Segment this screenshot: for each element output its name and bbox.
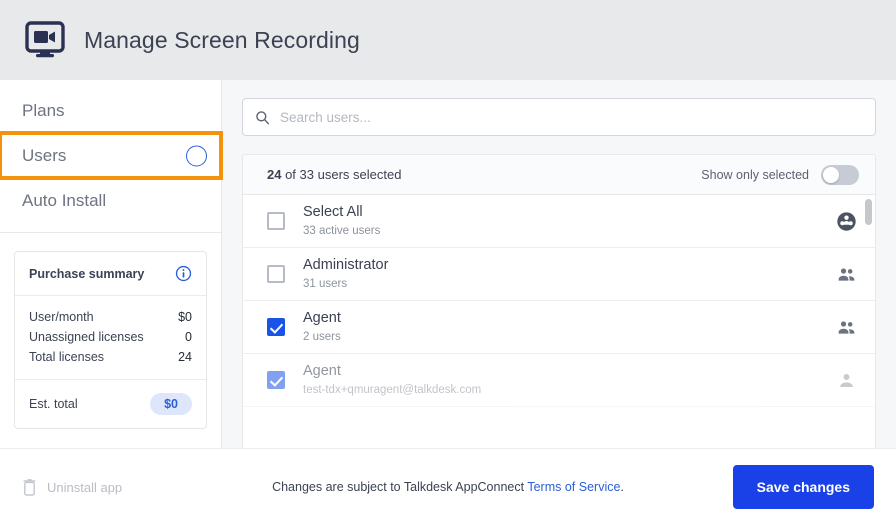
sidebar-item-label: Plans bbox=[22, 100, 65, 120]
search-box[interactable] bbox=[242, 98, 876, 136]
users-list-scroll[interactable]: Select All 33 active users Administrator… bbox=[243, 195, 875, 448]
row-subtitle: test-tdx+qmuragent@talkdesk.com bbox=[303, 383, 482, 396]
info-circle-icon[interactable] bbox=[175, 265, 192, 282]
row-checkbox[interactable] bbox=[267, 212, 285, 230]
summary-row-value: 24 bbox=[178, 350, 192, 364]
summary-row-label: Total licenses bbox=[29, 350, 105, 364]
row-checkbox[interactable] bbox=[267, 371, 285, 389]
show-only-selected-label: Show only selected bbox=[701, 167, 809, 182]
sidebar-item-auto-install[interactable]: Auto Install bbox=[0, 178, 221, 223]
selection-count-text: of 33 users selected bbox=[281, 167, 402, 182]
row-text: Agent 2 users bbox=[303, 310, 818, 345]
sidebar-item-label: Users bbox=[22, 145, 67, 165]
row-title: Agent bbox=[303, 309, 341, 326]
app-header: Manage Screen Recording bbox=[0, 0, 896, 80]
purchase-summary-rows: User/month $0 Unassigned licenses 0 Tota… bbox=[15, 296, 206, 380]
terms-of-service-link[interactable]: Terms of Service bbox=[527, 480, 620, 494]
cursor-ring-indicator bbox=[186, 145, 207, 166]
row-subtitle: 2 users bbox=[303, 330, 341, 343]
summary-row-value: 0 bbox=[185, 330, 192, 344]
row-title: Select All bbox=[303, 203, 363, 220]
terms-note-suffix: . bbox=[620, 480, 624, 494]
summary-row-label: User/month bbox=[29, 310, 94, 324]
est-total-label: Est. total bbox=[29, 397, 78, 411]
show-only-selected-wrapper: Show only selected bbox=[701, 164, 859, 185]
page-title: Manage Screen Recording bbox=[84, 26, 360, 53]
list-scrollbar-thumb[interactable] bbox=[865, 199, 872, 225]
row-title: Administrator bbox=[303, 256, 389, 273]
group-circle-icon bbox=[836, 211, 857, 232]
users-list-header: 24 of 33 users selected Show only select… bbox=[243, 155, 875, 195]
uninstall-app-label: Uninstall app bbox=[47, 479, 123, 495]
terms-note: Changes are subject to Talkdesk AppConne… bbox=[272, 480, 624, 494]
purchase-summary-title: Purchase summary bbox=[29, 266, 145, 281]
sidebar: Plans Users Auto Install Purchase summar… bbox=[0, 80, 223, 448]
purchase-summary-header: Purchase summary bbox=[15, 252, 206, 296]
app-body: Plans Users Auto Install Purchase summar… bbox=[0, 80, 896, 448]
row-text: Agent test-tdx+qmuragent@talkdesk.com bbox=[303, 363, 818, 398]
row-subtitle: 33 active users bbox=[303, 224, 381, 237]
show-only-selected-toggle[interactable] bbox=[821, 164, 859, 185]
main-content: 24 of 33 users selected Show only select… bbox=[222, 80, 896, 448]
row-text: Administrator 31 users bbox=[303, 257, 818, 292]
save-changes-button[interactable]: Save changes bbox=[732, 465, 874, 509]
row-subtitle: 31 users bbox=[303, 277, 348, 290]
app-footer: Uninstall app Changes are subject to Tal… bbox=[0, 448, 896, 525]
summary-row-label: Unassigned licenses bbox=[29, 330, 144, 344]
row-text: Select All 33 active users bbox=[303, 204, 818, 239]
summary-row-user-month: User/month $0 bbox=[29, 307, 192, 327]
selection-count: 24 of 33 users selected bbox=[267, 167, 401, 182]
list-item[interactable]: Agent 2 users bbox=[243, 301, 875, 354]
summary-row-value: $0 bbox=[178, 310, 192, 324]
sidebar-nav: Plans Users Auto Install bbox=[0, 80, 223, 233]
summary-row-total-licenses: Total licenses 24 bbox=[29, 347, 192, 367]
row-title: Agent bbox=[303, 362, 341, 379]
terms-note-prefix: Changes are subject to Talkdesk AppConne… bbox=[272, 480, 528, 494]
person-icon bbox=[836, 370, 857, 391]
row-checkbox[interactable] bbox=[267, 318, 285, 336]
list-item[interactable]: Administrator 31 users bbox=[243, 248, 875, 301]
est-total-badge: $0 bbox=[150, 393, 192, 415]
search-icon bbox=[255, 110, 270, 125]
list-item[interactable]: Agent test-tdx+qmuragent@talkdesk.com bbox=[243, 354, 875, 407]
purchase-summary-wrapper: Purchase summary User/month $0 Unassigne… bbox=[0, 233, 221, 429]
search-input[interactable] bbox=[280, 109, 863, 125]
sidebar-item-users[interactable]: Users bbox=[0, 131, 223, 180]
users-list-card: 24 of 33 users selected Show only select… bbox=[242, 154, 876, 448]
people-icon bbox=[836, 317, 857, 338]
uninstall-app-button[interactable]: Uninstall app bbox=[22, 478, 123, 496]
people-icon bbox=[836, 264, 857, 285]
toggle-knob bbox=[823, 166, 839, 183]
app-window: Manage Screen Recording Plans Users Auto… bbox=[0, 0, 896, 525]
summary-row-unassigned-licenses: Unassigned licenses 0 bbox=[29, 327, 192, 347]
row-checkbox[interactable] bbox=[267, 265, 285, 283]
selection-count-number: 24 bbox=[267, 167, 282, 182]
list-scrollbar[interactable] bbox=[865, 199, 872, 444]
list-fade-overlay bbox=[243, 422, 875, 448]
sidebar-item-plans[interactable]: Plans bbox=[0, 88, 221, 133]
purchase-summary-card: Purchase summary User/month $0 Unassigne… bbox=[14, 251, 207, 429]
purchase-summary-total: Est. total $0 bbox=[15, 380, 206, 428]
sidebar-item-label: Auto Install bbox=[22, 190, 107, 210]
list-item[interactable]: Select All 33 active users bbox=[243, 195, 875, 248]
screen-recording-icon bbox=[24, 19, 66, 61]
trash-icon bbox=[22, 478, 37, 496]
